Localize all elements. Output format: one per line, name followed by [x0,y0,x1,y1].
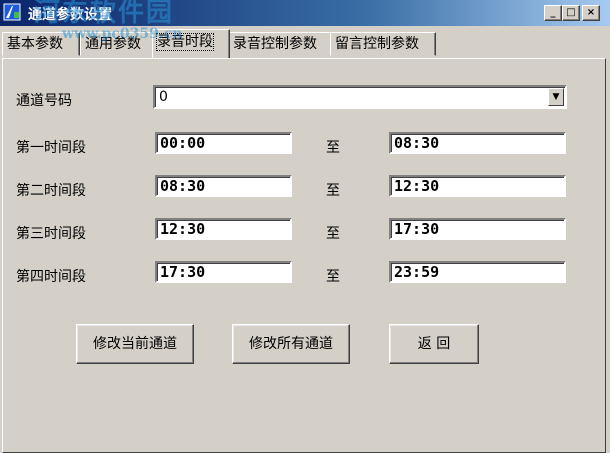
period-1-label: 第一时间段 [16,140,86,156]
app-icon [3,3,21,21]
period-1-to-label: 至 [326,140,340,156]
period-4-to-label: 至 [326,269,340,285]
channel-select[interactable]: 0 ▼ [153,85,567,109]
period-3-label: 第三时间段 [16,226,86,242]
period-2-end-input[interactable]: 12:30 [389,175,566,197]
period-3-end-input[interactable]: 17:30 [389,218,566,240]
period-4-label: 第四时间段 [16,269,86,285]
minimize-button[interactable]: _ [544,5,562,21]
window-title: 通道参数设置 [28,7,112,23]
modify-all-channels-button[interactable]: 修改所有通道 [232,324,350,364]
tab-strip: 基本参数 通用参数 录音时段 录音控制参数 留言控制参数 [0,26,610,58]
period-1-start-input[interactable]: 00:00 [155,132,292,154]
period-4-end-input[interactable]: 23:59 [389,261,566,283]
period-3-to-label: 至 [326,226,340,242]
back-button[interactable]: 返 回 [389,324,479,364]
period-2-start-input[interactable]: 08:30 [155,175,292,197]
period-1-end-input[interactable]: 08:30 [389,132,566,154]
tab-record-control[interactable]: 录音控制参数 [228,32,334,56]
tab-message-control[interactable]: 留言控制参数 [330,32,436,56]
chevron-down-icon[interactable]: ▼ [548,88,564,106]
period-3-start-input[interactable]: 12:30 [155,218,292,240]
channel-label: 通道号码 [16,93,72,109]
period-4-start-input[interactable]: 17:30 [155,261,292,283]
maximize-button[interactable]: □ [562,5,580,21]
period-2-to-label: 至 [326,183,340,199]
tab-record-periods[interactable]: 录音时段 [152,29,230,58]
title-bar[interactable]: 通道参数设置 _ □ × [0,0,610,26]
tab-general-params[interactable]: 通用参数 [80,32,158,56]
period-2-label: 第二时间段 [16,183,86,199]
modify-current-channel-button[interactable]: 修改当前通道 [76,324,194,364]
tab-panel [2,58,606,453]
channel-value: 0 [159,89,168,105]
close-button[interactable]: × [582,5,600,21]
tab-basic-params[interactable]: 基本参数 [2,32,80,56]
